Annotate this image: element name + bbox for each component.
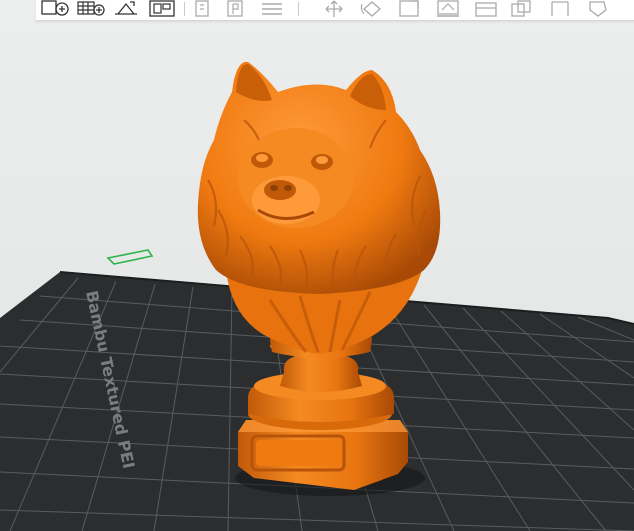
arrange-icon[interactable] [148,0,176,18]
add-object-icon[interactable] [40,0,70,18]
cut-icon[interactable] [472,0,500,18]
lay-on-face-icon[interactable] [434,0,462,18]
mesh-boolean-icon[interactable] [508,0,536,18]
scale-icon[interactable] [396,0,424,18]
toolbar-separator [298,2,299,16]
support-paint-icon[interactable] [546,0,574,18]
auto-orient-icon[interactable] [112,0,140,18]
seam-paint-icon[interactable] [584,0,612,18]
toolbar-separator [184,2,185,16]
split-parts-icon[interactable] [224,0,250,18]
3d-viewport[interactable]: Bambu Textured PEI [0,0,634,531]
move-icon[interactable] [320,0,348,18]
split-objects-icon[interactable] [192,0,218,18]
layers-icon[interactable] [258,0,286,18]
rotate-icon[interactable] [358,0,386,18]
add-plate-icon[interactable] [76,0,106,18]
top-toolbar [36,0,634,21]
